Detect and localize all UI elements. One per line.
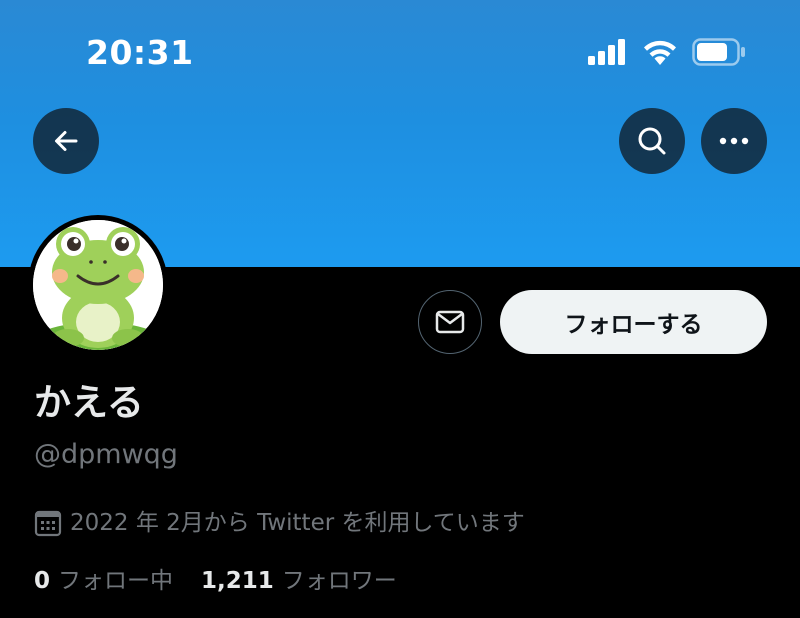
envelope-icon xyxy=(435,310,465,334)
calendar-icon xyxy=(34,510,62,537)
back-button[interactable] xyxy=(33,108,99,174)
wifi-icon xyxy=(644,40,676,65)
user-handle: @dpmwqg xyxy=(34,439,178,470)
frog-avatar-image xyxy=(33,220,163,350)
more-button[interactable] xyxy=(701,108,767,174)
followers-count: 1,211 xyxy=(201,568,274,594)
follow-button[interactable]: フォローする xyxy=(500,290,767,354)
profile-screen: 20:31 フォローする かえる @dpmwqg 2022 年 2月から Twi… xyxy=(0,0,800,618)
search-icon xyxy=(638,127,666,155)
status-time: 20:31 xyxy=(86,33,194,72)
search-button[interactable] xyxy=(619,108,685,174)
more-horizontal-icon xyxy=(719,137,749,145)
joined-text: 2022 年 2月から Twitter を利用しています xyxy=(70,510,525,536)
status-bar: 20:31 xyxy=(0,0,800,100)
followers-label: フォロワー xyxy=(281,568,397,594)
message-button[interactable] xyxy=(418,290,482,354)
status-icons xyxy=(588,38,746,66)
following-label: フォロー中 xyxy=(58,568,174,594)
signal-icon xyxy=(588,39,625,65)
follow-stats: 0 フォロー中 1,211 フォロワー xyxy=(34,563,397,599)
display-name: かえる xyxy=(34,381,144,424)
following-count: 0 xyxy=(34,568,51,594)
avatar[interactable] xyxy=(28,215,168,355)
frog-icon xyxy=(33,220,163,350)
battery-icon xyxy=(692,38,745,66)
following-link[interactable]: 0 フォロー中 xyxy=(34,563,173,599)
joined-date: 2022 年 2月から Twitter を利用しています xyxy=(34,505,525,541)
arrow-left-icon xyxy=(55,131,78,151)
followers-link[interactable]: 1,211 フォロワー xyxy=(201,563,397,599)
